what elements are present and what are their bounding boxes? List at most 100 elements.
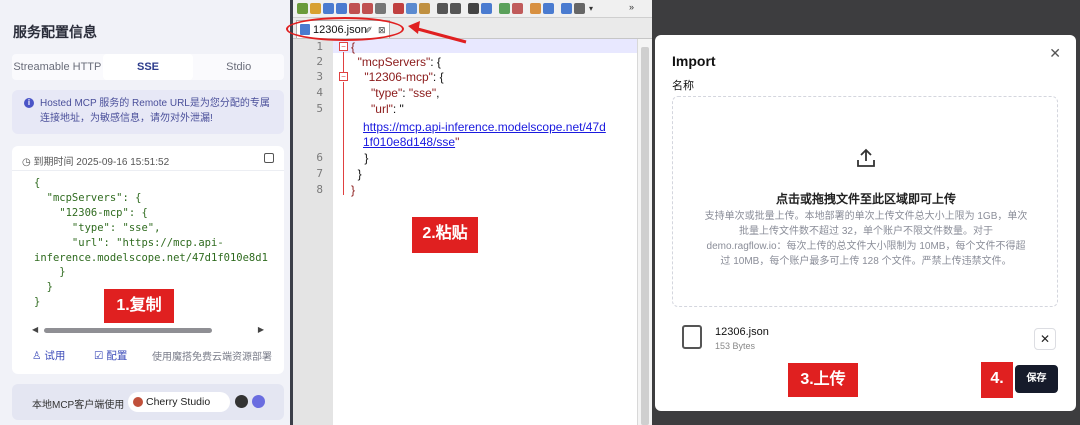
file-icon xyxy=(682,325,702,349)
deploy-link[interactable]: 使用魔搭免费云端资源部署 xyxy=(152,348,272,363)
code-line: https://mcp.api-inference.modelscope.net… xyxy=(363,120,606,135)
json-key: "mcpServers" xyxy=(357,55,431,69)
editor-code[interactable]: { "mcpServers": { "12306-mcp": { "type":… xyxy=(351,39,651,199)
step-4-label: 4. xyxy=(981,362,1013,398)
text-editor: ▾ » 12306.json ✐ ⊠ 1 2 3 4 5 6 7 8 − − { xyxy=(290,0,652,425)
redo-icon[interactable] xyxy=(450,3,461,14)
line-number: 4 xyxy=(316,86,323,99)
code-token: : " xyxy=(392,102,404,116)
code-token: : { xyxy=(430,55,441,69)
cherry-studio-chip[interactable]: Cherry Studio xyxy=(128,392,230,412)
try-button[interactable]: ♙ 试用 xyxy=(32,348,65,363)
tab-streamable-http[interactable]: Streamable HTTP xyxy=(12,54,103,80)
sync-scroll-icon[interactable] xyxy=(530,3,541,14)
upload-dropzone[interactable]: 点击或拖拽文件至此区域即可上传 支持单次或批量上传。本地部署的单次上传文件总大小… xyxy=(672,96,1058,307)
tab-stdio[interactable]: Stdio xyxy=(193,54,284,80)
replace-icon[interactable] xyxy=(481,3,492,14)
notice-text: Hosted MCP 服务的 Remote URL是为您分配的专属连接地址，为敏… xyxy=(40,98,270,124)
paste-icon[interactable] xyxy=(419,3,430,14)
save-all-icon[interactable] xyxy=(336,3,347,14)
code-line: } xyxy=(351,167,362,182)
try-icon: ♙ xyxy=(32,350,42,362)
line-number: 5 xyxy=(316,102,323,115)
code-token: } xyxy=(351,183,356,197)
divider xyxy=(12,170,284,171)
config-label: 配置 xyxy=(106,350,128,362)
new-file-icon[interactable] xyxy=(297,3,308,14)
more-icon[interactable]: » xyxy=(629,3,640,14)
dropzone-description: 支持单次或批量上传。本地部署的单次上传文件总大小上限为 1GB，单次批量上传文件… xyxy=(704,211,1028,267)
cherry-icon xyxy=(133,397,143,407)
config-icon: ☑ xyxy=(94,350,104,362)
line-number: 8 xyxy=(316,183,323,196)
copy-tool-icon[interactable] xyxy=(406,3,417,14)
json-value: "sse" xyxy=(408,86,437,100)
url-link[interactable]: 1f010e8d148/sse xyxy=(363,135,455,149)
name-label: 名称 xyxy=(672,80,694,92)
fold-line xyxy=(343,52,344,72)
zoom-in-icon[interactable] xyxy=(499,3,510,14)
code-token: } xyxy=(364,151,369,165)
code-line: "url": " xyxy=(351,102,404,117)
close-file-icon[interactable] xyxy=(349,3,360,14)
save-button[interactable]: 保存 xyxy=(1015,365,1058,393)
json-key: "url" xyxy=(371,102,393,116)
cut-icon[interactable] xyxy=(393,3,404,14)
close-all-icon[interactable] xyxy=(362,3,373,14)
fold-marker-icon[interactable]: − xyxy=(339,72,348,81)
client-bar-label: 本地MCP客户端使用 xyxy=(32,400,125,411)
code-line: "12306-mcp": { xyxy=(351,70,443,85)
protocol-tabs: Streamable HTTP SSE Stdio xyxy=(12,54,284,80)
zoom-out-icon[interactable] xyxy=(512,3,523,14)
indent-guide-icon[interactable] xyxy=(561,3,572,14)
dropzone-title: 点击或拖拽文件至此区域即可上传 xyxy=(775,192,956,206)
editor-toolbar: ▾ » xyxy=(293,0,652,18)
tab-sse[interactable]: SSE xyxy=(102,54,194,80)
code-line: "mcpServers": { xyxy=(351,55,441,70)
url-link[interactable]: https://mcp.api-inference.modelscope.net… xyxy=(363,120,606,134)
scrollbar-thumb[interactable] xyxy=(44,328,212,333)
scroll-left-icon[interactable]: ◀ xyxy=(32,325,38,334)
step-2-label: 2.粘贴 xyxy=(412,217,478,253)
code-line: { xyxy=(351,40,355,55)
client-app-icon[interactable] xyxy=(235,395,248,408)
json-key: "type" xyxy=(371,86,403,100)
remove-file-icon[interactable]: ✕ xyxy=(1034,328,1056,350)
scrollbar-thumb[interactable] xyxy=(641,47,649,425)
print-icon[interactable] xyxy=(375,3,386,14)
config-button[interactable]: ☑ 配置 xyxy=(94,348,127,363)
copy-icon[interactable] xyxy=(264,153,274,163)
expiry-text: 到期时间 2025-09-16 15:51:52 xyxy=(33,157,170,168)
step-1-label: 1.复制 xyxy=(104,289,174,323)
undo-icon[interactable] xyxy=(437,3,448,14)
code-token: } xyxy=(357,167,362,181)
fold-marker-icon[interactable]: − xyxy=(339,42,348,51)
mcp-config-panel: 服务配置信息 Streamable HTTP SSE Stdio i Hoste… xyxy=(0,0,290,425)
client-app-icon[interactable] xyxy=(252,395,265,408)
import-dialog: Import ✕ 名称 点击或拖拽文件至此区域即可上传 支持单次或批量上传。本地… xyxy=(655,35,1076,411)
line-number: 1 xyxy=(316,40,323,53)
code-line: "type": "sse", xyxy=(351,86,439,101)
code-token: " xyxy=(455,135,460,149)
close-icon[interactable]: ✕ xyxy=(1049,45,1061,62)
code-token: , xyxy=(436,86,440,100)
horizontal-scrollbar[interactable]: ◀ ▶ xyxy=(32,325,264,334)
code-line: } xyxy=(351,183,355,198)
dropdown-icon[interactable]: ▾ xyxy=(589,3,600,14)
upload-icon xyxy=(857,148,875,167)
show-all-chars-icon[interactable] xyxy=(574,3,585,14)
word-wrap-icon[interactable] xyxy=(543,3,554,14)
open-file-icon[interactable] xyxy=(310,3,321,14)
pointer-arrow-icon xyxy=(408,21,467,44)
line-number: 2 xyxy=(316,55,323,68)
vertical-scrollbar[interactable] xyxy=(637,39,652,425)
highlight-circle xyxy=(286,17,404,41)
save-icon[interactable] xyxy=(323,3,334,14)
panel-title: 服务配置信息 xyxy=(13,24,97,40)
scroll-right-icon[interactable]: ▶ xyxy=(258,325,264,334)
security-notice: i Hosted MCP 服务的 Remote URL是为您分配的专属连接地址，… xyxy=(12,90,284,134)
card-footer: ♙ 试用 ☑ 配置 使用魔搭免费云端资源部署 xyxy=(12,342,284,364)
find-icon[interactable] xyxy=(468,3,479,14)
fold-line xyxy=(343,82,344,195)
code-token: { xyxy=(351,40,356,54)
